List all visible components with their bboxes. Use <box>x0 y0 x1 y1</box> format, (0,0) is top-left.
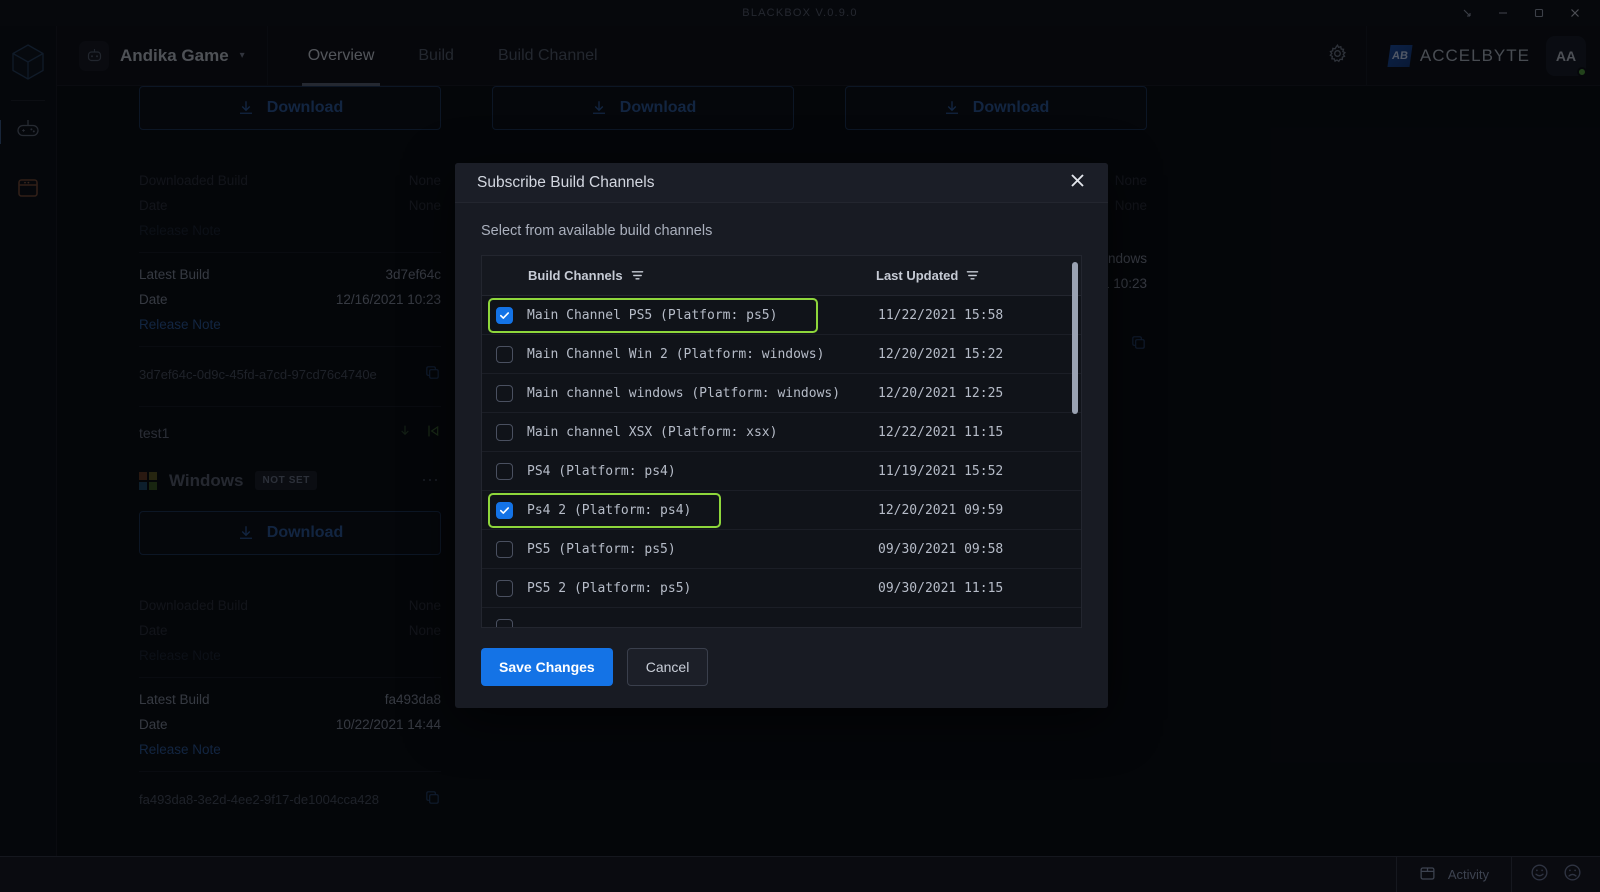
channel-name-cell: Main Channel PS5 (Platform: ps5) <box>482 306 872 324</box>
build-channels-table: Build Channels Last Updated Main Channel… <box>481 255 1082 628</box>
channel-name-cell: PS5 2 (Platform: ps5) <box>482 579 872 597</box>
feedback-icons <box>1512 863 1600 887</box>
table-row[interactable]: Main channel windows (Platform: windows)… <box>482 374 1081 413</box>
column-label: Build Channels <box>528 268 623 283</box>
subscribe-build-channels-dialog: Subscribe Build Channels Select from ava… <box>455 163 1108 708</box>
scrollbar-thumb[interactable] <box>1072 262 1078 414</box>
table-row[interactable]: PS4 (Platform: ps4) 11/19/2021 15:52 <box>482 452 1081 491</box>
dialog-title: Subscribe Build Channels <box>477 173 655 191</box>
channel-name: PS5 2 (Platform: ps5) <box>527 580 692 596</box>
column-header-last-updated[interactable]: Last Updated <box>872 268 979 283</box>
happy-face-icon[interactable] <box>1530 863 1549 887</box>
row-checkbox[interactable] <box>496 501 513 519</box>
table-row[interactable]: Main channel XSX (Platform: xsx) 12/22/2… <box>482 413 1081 452</box>
channel-name-cell: Main channel windows (Platform: windows) <box>482 384 872 402</box>
row-checkbox[interactable] <box>496 345 513 363</box>
table-body: Main Channel PS5 (Platform: ps5) 11/22/2… <box>482 296 1081 627</box>
row-checkbox[interactable] <box>496 618 513 627</box>
channel-name-cell: PS4 (Platform: ps4) <box>482 462 872 480</box>
sad-face-icon[interactable] <box>1563 863 1582 887</box>
channel-updated: 09/30/2021 09:58 <box>878 541 1004 557</box>
row-checkbox[interactable] <box>496 423 513 441</box>
channel-name-cell: Main channel XSX (Platform: xsx) <box>482 423 872 441</box>
filter-icon[interactable] <box>966 269 979 282</box>
cancel-button[interactable]: Cancel <box>626 648 709 686</box>
channel-name-cell: Main Channel Win 2 (Platform: windows) <box>482 345 872 363</box>
channel-name: Main channel XSX (Platform: xsx) <box>527 424 778 440</box>
filter-icon[interactable] <box>631 269 644 282</box>
row-checkbox[interactable] <box>496 540 513 558</box>
dialog-subtitle: Select from available build channels <box>481 223 713 239</box>
close-icon[interactable] <box>1069 172 1086 193</box>
channel-name: PS4 (Platform: ps4) <box>527 463 676 479</box>
channel-updated: 09/30/2021 11:15 <box>878 580 1004 596</box>
dialog-body: Select from available build channels Bui… <box>455 203 1108 628</box>
row-checkbox[interactable] <box>496 462 513 480</box>
row-checkbox[interactable] <box>496 384 513 402</box>
table-row[interactable]: Main Channel PS5 (Platform: ps5) 11/22/2… <box>482 296 1081 335</box>
row-checkbox[interactable] <box>496 579 513 597</box>
channel-updated: 12/20/2021 09:59 <box>878 502 1004 518</box>
status-bar: Activity <box>0 856 1600 892</box>
channel-name: Ps4 2 (Platform: ps4) <box>527 502 692 518</box>
dialog-header: Subscribe Build Channels <box>455 163 1108 203</box>
activity-label: Activity <box>1447 867 1489 882</box>
table-row[interactable]: Ps4 2 (Platform: ps4) 12/20/2021 09:59 <box>482 491 1081 530</box>
channel-name-cell <box>482 618 872 627</box>
channel-name: Main Channel Win 2 (Platform: windows) <box>527 346 825 362</box>
activity-button[interactable]: Activity <box>1395 856 1512 892</box>
channel-name: Main Channel PS5 (Platform: ps5) <box>527 307 778 323</box>
table-row[interactable]: Main Channel Win 2 (Platform: windows) 1… <box>482 335 1081 374</box>
channel-name-cell: PS5 (Platform: ps5) <box>482 540 872 558</box>
table-row[interactable]: PS5 2 (Platform: ps5) 09/30/2021 11:15 <box>482 569 1081 608</box>
channel-updated: 11/19/2021 15:52 <box>878 463 1004 479</box>
column-label: Last Updated <box>876 268 959 283</box>
application-window: BLACKBOX V.0.9.0 <box>0 0 1600 892</box>
channel-name-cell: Ps4 2 (Platform: ps4) <box>482 501 872 519</box>
channel-name: PS5 (Platform: ps5) <box>527 541 676 557</box>
save-changes-button[interactable]: Save Changes <box>481 648 613 686</box>
table-scrollbar[interactable] <box>1072 262 1078 622</box>
table-header-row: Build Channels Last Updated <box>482 256 1081 296</box>
channel-updated: 12/20/2021 12:25 <box>878 385 1004 401</box>
panel-icon <box>1419 865 1436 885</box>
dialog-footer: Save Changes Cancel <box>455 628 1108 708</box>
channel-updated: 12/20/2021 15:22 <box>878 346 1004 362</box>
table-row[interactable]: PS5 (Platform: ps5) 09/30/2021 09:58 <box>482 530 1081 569</box>
status-bar-right: Activity <box>1395 856 1600 892</box>
channel-updated: 12/22/2021 11:15 <box>878 424 1004 440</box>
column-header-build-channels[interactable]: Build Channels <box>482 268 872 283</box>
channel-updated: 11/22/2021 15:58 <box>878 307 1004 323</box>
table-row[interactable] <box>482 608 1081 627</box>
row-checkbox[interactable] <box>496 306 513 324</box>
channel-name: Main channel windows (Platform: windows) <box>527 385 841 401</box>
